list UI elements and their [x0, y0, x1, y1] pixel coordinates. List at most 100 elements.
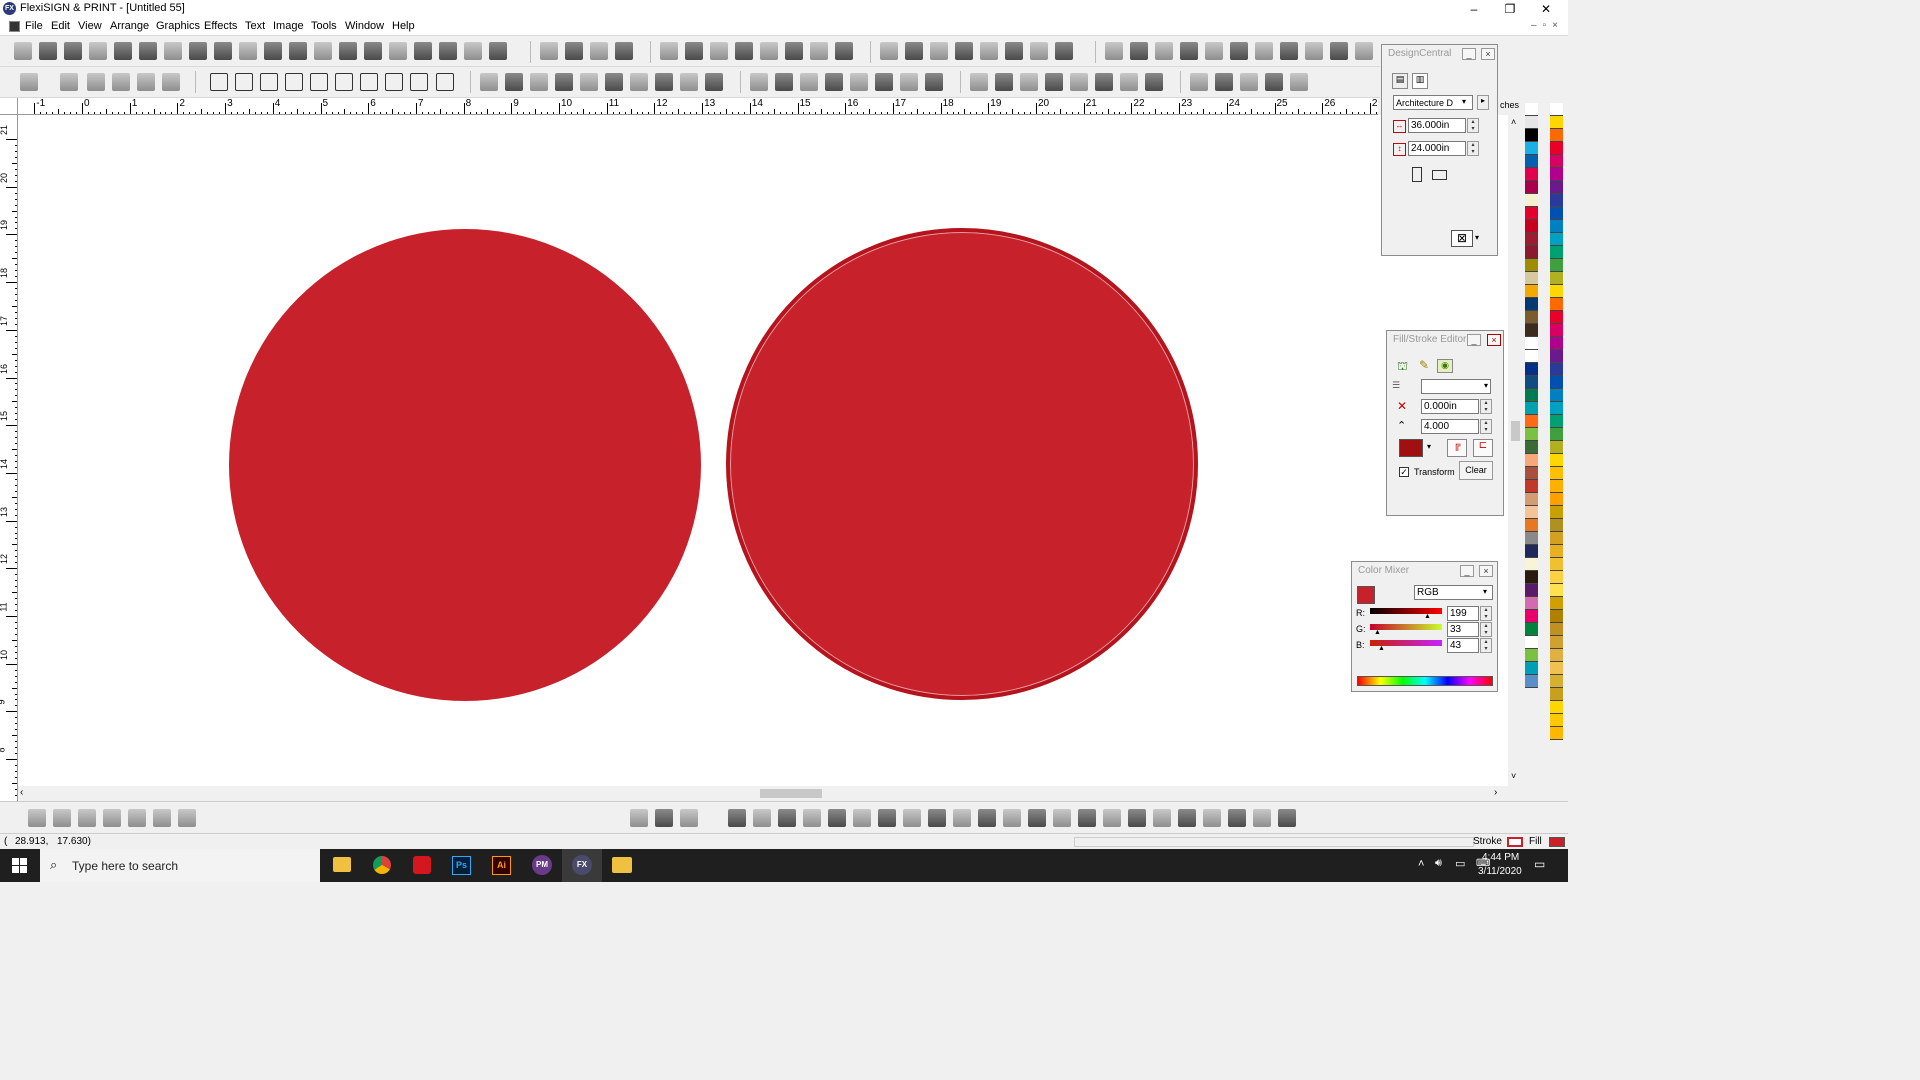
- color-swatch[interactable]: [1550, 701, 1563, 714]
- page-width-field[interactable]: 36.000in: [1408, 118, 1466, 133]
- color-swatch[interactable]: [1525, 337, 1538, 350]
- node-edit-tool-icon[interactable]: [680, 809, 698, 827]
- toolbar-tool-icon[interactable]: [760, 42, 778, 60]
- red-slider[interactable]: [1370, 608, 1442, 614]
- toolbar-tool-icon[interactable]: [1355, 42, 1373, 60]
- refresh-icon[interactable]: [439, 42, 457, 60]
- color-swatch[interactable]: [1525, 116, 1538, 129]
- illustrator-icon[interactable]: Ai: [492, 856, 511, 875]
- color-swatch[interactable]: [1525, 103, 1538, 116]
- arrange-tool-icon[interactable]: [1120, 73, 1138, 91]
- color-swatch[interactable]: [1550, 714, 1563, 727]
- paste-icon[interactable]: [239, 42, 257, 60]
- frame-tool-icon[interactable]: [410, 73, 428, 91]
- print-icon[interactable]: [89, 42, 107, 60]
- arrange-tool-icon[interactable]: [750, 73, 768, 91]
- arrange-tool-icon[interactable]: [900, 73, 918, 91]
- node-edit-tool-icon[interactable]: [1178, 809, 1196, 827]
- node-edit-tool-icon[interactable]: [1278, 809, 1296, 827]
- color-swatch[interactable]: [1525, 363, 1538, 376]
- color-swatch[interactable]: [1525, 272, 1538, 285]
- node-edit-tool-icon[interactable]: [1228, 809, 1246, 827]
- fill-stroke-minimize-button[interactable]: _: [1467, 334, 1481, 346]
- color-swatch[interactable]: [1550, 350, 1563, 363]
- toolbar-tool-icon[interactable]: [810, 42, 828, 60]
- color-swatch[interactable]: [1550, 194, 1563, 207]
- menu-arrange[interactable]: Arrange: [110, 20, 149, 32]
- color-swatch[interactable]: [1525, 532, 1538, 545]
- arrange-tool-icon[interactable]: [1145, 73, 1163, 91]
- color-swatch[interactable]: [1525, 662, 1538, 675]
- green-spinner[interactable]: ▴ ▾: [1480, 622, 1492, 637]
- color-swatch[interactable]: [1525, 194, 1538, 207]
- stroke-color-dropdown-icon[interactable]: ▾: [1427, 442, 1431, 451]
- arrange-tool-icon[interactable]: [705, 73, 723, 91]
- color-mixer-close-button[interactable]: ×: [1479, 565, 1493, 577]
- ruler-origin-corner[interactable]: [0, 98, 18, 115]
- arrange-tool-icon[interactable]: [1070, 73, 1088, 91]
- color-swatch[interactable]: [1550, 116, 1563, 129]
- color-swatch[interactable]: [1550, 441, 1563, 454]
- circle-tool-icon[interactable]: [235, 73, 253, 91]
- stroke-offset-field[interactable]: 0.000in: [1421, 399, 1479, 414]
- arrange-tool-icon[interactable]: [775, 73, 793, 91]
- arrange-tool-icon[interactable]: [970, 73, 988, 91]
- corner-join-icon[interactable]: ╔: [1447, 439, 1467, 457]
- color-swatch[interactable]: [1525, 415, 1538, 428]
- horizontal-scrollbar[interactable]: ‹ ›: [18, 786, 1508, 801]
- color-swatch[interactable]: [1550, 311, 1563, 324]
- color-swatch[interactable]: [1550, 181, 1563, 194]
- color-model-dropdown-icon[interactable]: ▾: [1483, 587, 1487, 596]
- menu-window[interactable]: Window: [345, 20, 384, 32]
- menu-graphics[interactable]: Graphics: [156, 20, 200, 32]
- redo-icon[interactable]: [314, 42, 332, 60]
- landscape-orientation-icon[interactable]: [1432, 170, 1447, 180]
- arrange-tool-icon[interactable]: [1095, 73, 1113, 91]
- stroke-status-swatch[interactable]: [1507, 837, 1523, 847]
- stroke-pen-icon[interactable]: ✎: [1419, 358, 1429, 372]
- arrange-tool-icon[interactable]: [1265, 73, 1283, 91]
- maximize-button[interactable]: ❐: [1492, 0, 1528, 18]
- menu-help[interactable]: Help: [392, 20, 415, 32]
- color-swatch[interactable]: [1525, 402, 1538, 415]
- bottom-toolbar-icon[interactable]: [153, 809, 171, 827]
- color-swatch[interactable]: [1550, 545, 1563, 558]
- page-size-select[interactable]: Architecture D: [1393, 95, 1473, 110]
- gradient-tab-icon[interactable]: ◉: [1437, 359, 1453, 373]
- folder-app-icon[interactable]: [612, 857, 632, 873]
- color-swatch[interactable]: [1525, 246, 1538, 259]
- color-swatch[interactable]: [1550, 597, 1563, 610]
- text-tool-icon[interactable]: [60, 73, 78, 91]
- red-circle-left[interactable]: [229, 229, 701, 701]
- color-swatch[interactable]: [1550, 623, 1563, 636]
- file-explorer-icon[interactable]: [333, 857, 351, 872]
- toolbar-tool-icon[interactable]: [590, 42, 608, 60]
- color-swatch[interactable]: [1525, 298, 1538, 311]
- node-edit-tool-icon[interactable]: [1153, 809, 1171, 827]
- color-swatch[interactable]: [1525, 311, 1538, 324]
- rectangle-tool-icon[interactable]: [210, 73, 228, 91]
- node-edit-tool-icon[interactable]: [828, 809, 846, 827]
- color-swatch[interactable]: [1525, 610, 1538, 623]
- menu-effects[interactable]: Effects: [204, 20, 237, 32]
- color-swatch[interactable]: [1550, 129, 1563, 142]
- color-swatch[interactable]: [1525, 649, 1538, 662]
- cloud-icon[interactable]: [464, 42, 482, 60]
- node-edit-tool-icon[interactable]: [655, 809, 673, 827]
- arrange-tool-icon[interactable]: [1290, 73, 1308, 91]
- toolbar-tool-icon[interactable]: [1230, 42, 1248, 60]
- color-swatch[interactable]: [1550, 662, 1563, 675]
- bottom-toolbar-icon[interactable]: [178, 809, 196, 827]
- undo-icon[interactable]: [264, 42, 282, 60]
- color-swatch[interactable]: [1525, 597, 1538, 610]
- color-swatch[interactable]: [1525, 558, 1538, 571]
- polygon-tool-icon[interactable]: [285, 73, 303, 91]
- scroll-left-arrow-icon[interactable]: ‹: [20, 787, 23, 798]
- color-swatch[interactable]: [1525, 129, 1538, 142]
- rip-icon[interactable]: [139, 42, 157, 60]
- print-preview-icon[interactable]: [114, 42, 132, 60]
- color-swatch[interactable]: [1525, 207, 1538, 220]
- color-swatch[interactable]: [1550, 246, 1563, 259]
- color-swatch[interactable]: [1525, 220, 1538, 233]
- color-swatch[interactable]: [1525, 168, 1538, 181]
